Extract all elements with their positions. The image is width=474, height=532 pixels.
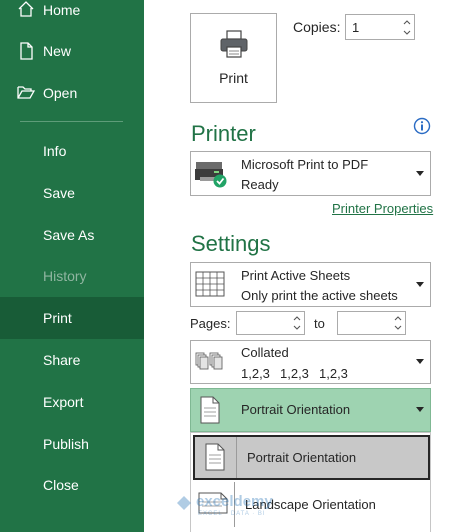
printer-section-title: Printer (191, 121, 256, 146)
printer-name: Microsoft Print to PDF (241, 157, 369, 172)
printer-status: Ready (241, 177, 279, 192)
print-what-title: Print Active Sheets (241, 268, 351, 283)
spin-down-icon[interactable] (402, 28, 412, 38)
chevron-down-icon (416, 171, 424, 176)
sidebar-item-label: Close (43, 477, 79, 493)
sidebar-item-label: Save As (43, 227, 95, 243)
pages-to-label: to (314, 316, 325, 331)
backstage-sidebar: Home New Open Info Save Save As History … (0, 0, 144, 532)
watermark-tagline: EXCEL · DATA · BI (198, 511, 266, 517)
printer-select[interactable]: Microsoft Print to PDF Ready (190, 151, 431, 196)
orientation-selected: Portrait Orientation (241, 402, 351, 417)
collation-title: Collated (241, 345, 289, 360)
orientation-select[interactable]: Portrait Orientation (190, 388, 431, 432)
option-label: Portrait Orientation (247, 450, 357, 465)
sidebar-item-label: Export (43, 394, 84, 410)
spin-down-icon[interactable] (292, 323, 302, 333)
spin-up-icon[interactable] (292, 313, 302, 323)
sidebar-item-label: Publish (43, 436, 89, 452)
portrait-page-icon (205, 443, 225, 476)
chevron-down-icon (416, 407, 424, 412)
option-icon-column (195, 437, 237, 478)
exceldemy-watermark: exceldemy EXCEL · DATA · BI (176, 492, 296, 522)
sidebar-item-label: New (43, 43, 72, 59)
sidebar-item-label: Info (43, 143, 67, 159)
sidebar-item-label: Share (43, 352, 81, 368)
copies-input[interactable]: 1 (345, 14, 415, 40)
info-icon[interactable] (413, 117, 431, 140)
collation-select[interactable]: Collated 1,2,3 1,2,3 1,2,3 (190, 340, 431, 384)
collation-sequence-1: 1,2,3 (241, 366, 270, 381)
watermark-logo-icon (176, 495, 192, 516)
collation-sequence-2: 1,2,3 (280, 366, 309, 381)
sidebar-item-label: Home (43, 2, 81, 18)
home-icon (17, 0, 35, 20)
portrait-page-icon (200, 396, 220, 429)
settings-section-title: Settings (191, 231, 271, 256)
sidebar-item-label: Save (43, 185, 75, 201)
copies-label: Copies: (293, 19, 341, 35)
sidebar-divider (20, 121, 123, 122)
spin-up-icon[interactable] (393, 313, 403, 323)
new-file-icon (17, 41, 35, 61)
pages-label: Pages: (190, 316, 231, 331)
printer-properties-link[interactable]: Printer Properties (332, 201, 433, 216)
spin-up-icon[interactable] (402, 17, 412, 27)
printer-device-icon (194, 159, 228, 194)
pages-to-input[interactable] (337, 311, 406, 335)
spin-down-icon[interactable] (393, 323, 403, 333)
printer-icon (219, 30, 249, 63)
pages-from-input[interactable] (236, 311, 305, 335)
print-what-subtitle: Only print the active sheets (241, 288, 398, 303)
sidebar-item-label: Open (43, 85, 78, 101)
collation-sequence-3: 1,2,3 (319, 366, 348, 381)
chevron-down-icon (416, 282, 424, 287)
orientation-option-portrait[interactable]: Portrait Orientation (193, 435, 430, 480)
print-button[interactable]: Print (190, 13, 277, 103)
copies-value: 1 (352, 20, 360, 35)
sidebar-selection-highlight (0, 297, 144, 339)
open-folder-icon (17, 83, 36, 103)
sheet-grid-icon (195, 271, 225, 302)
sidebar-item-label: Print (43, 310, 72, 326)
chevron-down-icon (416, 359, 424, 364)
print-what-select[interactable]: Print Active Sheets Only print the activ… (190, 262, 431, 307)
print-button-label: Print (219, 70, 248, 86)
watermark-brand: exceldemy (196, 493, 273, 510)
sidebar-item-label: History (43, 268, 87, 284)
collated-pages-icon (195, 349, 227, 378)
